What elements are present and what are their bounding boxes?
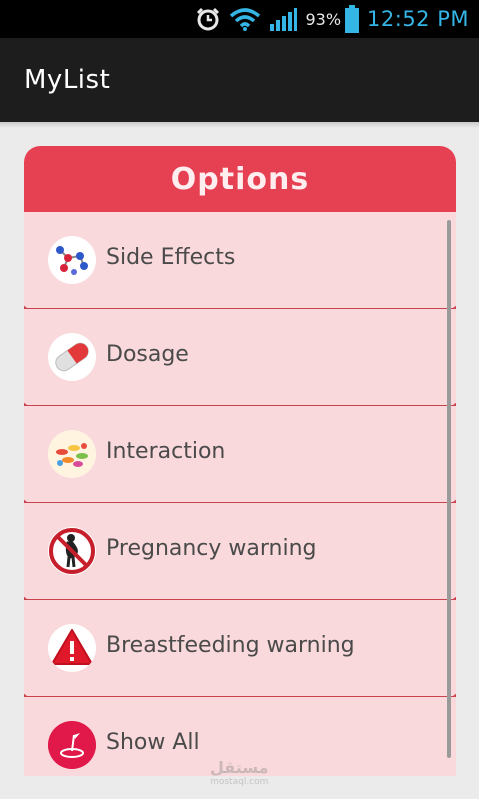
molecule-icon [48,236,96,284]
options-list: Side Effects Dosage Interaction Pregnanc… [24,212,456,776]
list-item-label: Pregnancy warning [106,535,317,561]
list-item-side-effects[interactable]: Side Effects [24,212,456,311]
alarm-icon [195,6,221,32]
options-header: Options [24,146,456,212]
battery-percent: 93% [305,9,342,29]
list-item-dosage[interactable]: Dosage [24,309,456,408]
no-pregnancy-icon [48,527,96,575]
app-title: MyList [24,65,111,95]
warning-icon [48,624,96,672]
pills-pile-icon [48,430,96,478]
battery-icon [345,5,360,33]
list-item-label: Dosage [106,341,189,367]
pill-icon [48,333,96,381]
wifi-icon [229,7,261,31]
list-item-show-all[interactable]: Show All [24,697,456,776]
status-bar: 93% 12:52 PM [0,0,479,38]
list-item-label: Side Effects [106,244,236,270]
list-item-label: Show All [106,729,200,755]
action-bar-shadow [0,122,479,128]
show-all-icon [48,721,96,769]
list-item-label: Interaction [106,438,226,464]
list-item-label: Breastfeeding warning [106,632,355,658]
options-card: Options Side Effects Dosage Interaction … [24,146,456,776]
scrollbar[interactable] [447,220,451,758]
list-item-interaction[interactable]: Interaction [24,406,456,505]
signal-icon [269,7,298,31]
list-item-breastfeeding-warning[interactable]: Breastfeeding warning [24,600,456,699]
action-bar: MyList [0,38,479,122]
options-title: Options [170,161,310,197]
list-item-pregnancy-warning[interactable]: Pregnancy warning [24,503,456,602]
clock-time: 12:52 PM [367,7,469,31]
